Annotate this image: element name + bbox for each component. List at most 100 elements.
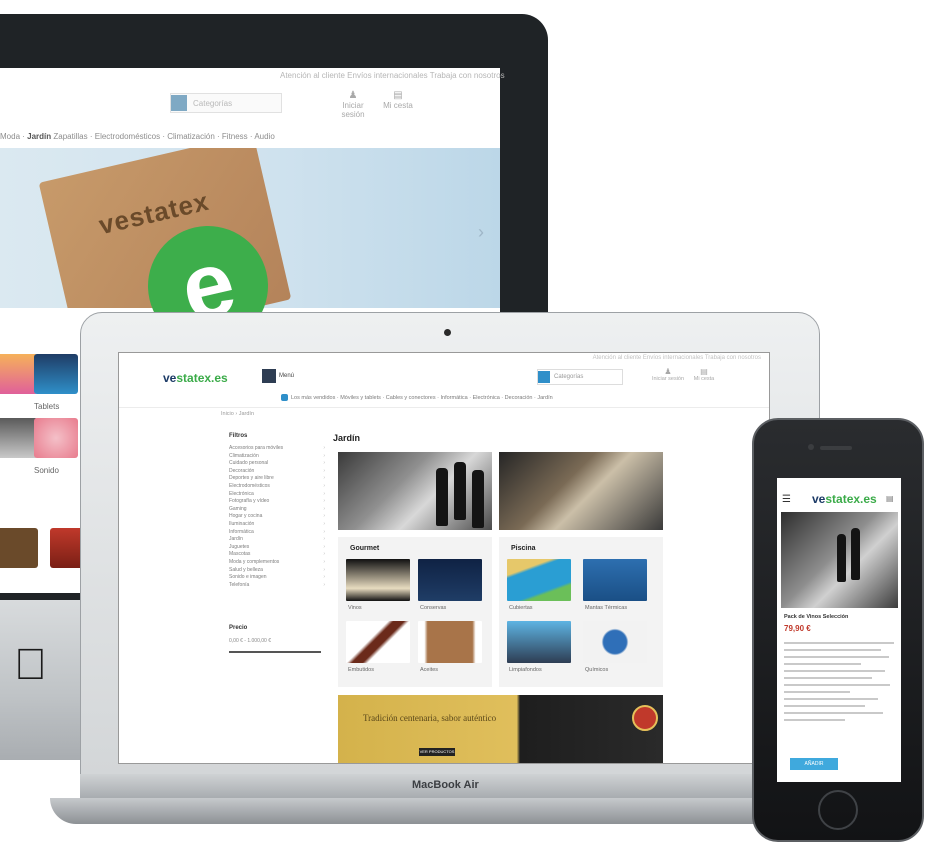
thumb-label-cubiertas[interactable]: Cubiertas [509, 605, 533, 611]
thumb-limpiafondos[interactable] [507, 621, 571, 663]
imac-nav-active[interactable]: Jardín [27, 132, 51, 141]
mobile-product-description [784, 642, 894, 726]
imac-search-placeholder: Categorías [193, 98, 233, 108]
thumb-label-quimicos[interactable]: Químicos [585, 667, 608, 673]
thumb-label-embutidos[interactable]: Embutidos [348, 667, 374, 673]
thumb-cubiertas[interactable] [507, 559, 571, 601]
imac-nav-prefix[interactable]: Moda · [0, 132, 25, 141]
sidebar-item[interactable]: Hogar y cocina [229, 513, 325, 521]
sidebar-item[interactable]: Moda y complementos [229, 559, 325, 567]
apple-logo-icon:  [14, 640, 47, 690]
cart-icon: ▤ [393, 90, 403, 101]
wine-bottle-image [454, 462, 466, 520]
thumb-quimicos[interactable] [583, 621, 647, 663]
price-slider[interactable] [229, 651, 321, 653]
category-select-placeholder: Categorías [554, 374, 584, 380]
price-filter-title: Precio [229, 625, 248, 631]
imac-category-search[interactable]: Categorías [170, 93, 282, 113]
macbook-base [50, 798, 850, 824]
mobile-product-price: 79,90 € [784, 624, 811, 633]
thumb-mantas-termicas[interactable] [583, 559, 647, 601]
sidebar-item[interactable]: Fotografía y vídeo [229, 498, 325, 506]
product-thumb-tablet-pink[interactable] [0, 354, 38, 394]
sidebar-item[interactable]: Juguetes [229, 544, 325, 552]
category-select[interactable]: Categorías [537, 369, 623, 385]
thumb-aceites[interactable] [418, 621, 482, 663]
sidebar-item[interactable]: Electrónica [229, 491, 325, 499]
sidebar-item[interactable]: Climatización [229, 453, 325, 461]
site-nav-items[interactable]: Los más vendidos · Móviles y tablets · C… [291, 395, 553, 401]
mobile-site-logo[interactable]: vestatex.es [812, 492, 877, 506]
home-icon [281, 394, 288, 401]
banner-wine-image[interactable] [338, 452, 492, 530]
thumb-label-limpiafondos[interactable]: Limpiafondos [509, 667, 542, 673]
page-title: Jardín [333, 433, 361, 443]
thumb-label-conservas[interactable]: Conservas [420, 605, 446, 611]
wine-bottle-image [851, 528, 860, 580]
thumb-label-vinos[interactable]: Vinos [348, 605, 362, 611]
imac-account-label: Iniciar sesión [341, 101, 365, 119]
sidebar-item[interactable]: Telefonía [229, 582, 325, 590]
sidebar-item[interactable]: Mascotas [229, 551, 325, 559]
sidebar-item[interactable]: Decoración [229, 468, 325, 476]
mobile-product-image[interactable] [781, 512, 898, 608]
webcam-icon [444, 329, 451, 336]
mobile-logo-part-b: statex.es [825, 492, 877, 506]
sidebar-item[interactable]: Accesorios para móviles [229, 445, 325, 453]
promo-banner[interactable] [338, 695, 663, 763]
site-logo[interactable]: vestatex.es [163, 371, 228, 385]
sidebar-item[interactable]: Iluminación [229, 521, 325, 529]
site-topbar-links[interactable]: Atención al cliente Envíos internacional… [593, 355, 761, 361]
imac-nav-rest[interactable]: Zapatillas · Electrodomésticos · Climati… [53, 132, 274, 141]
product-thumb-headphones[interactable] [34, 418, 78, 458]
menu-button[interactable]: Menú [262, 369, 320, 383]
imac-account-button[interactable]: ♟ Iniciar sesión [330, 90, 376, 119]
site-main-nav[interactable]: Los más vendidos · Móviles y tablets · C… [281, 394, 553, 401]
nav-divider [119, 407, 769, 408]
account-button[interactable]: ♟ Iniciar sesión [649, 367, 687, 382]
gourmet-panel: Gourmet Vinos Conservas Embutidos Aceite… [338, 537, 492, 687]
thumb-vinos[interactable] [346, 559, 410, 601]
piscina-title: Piscina [511, 545, 536, 552]
thumb-label-mantas-termicas[interactable]: Mantas Térmicas [585, 605, 627, 611]
home-button[interactable] [818, 790, 858, 830]
carousel-next-icon[interactable]: › [478, 222, 484, 243]
sidebar-item[interactable]: Informática [229, 529, 325, 537]
hamburger-icon[interactable]: ☰ [782, 494, 791, 505]
quality-seal-icon [632, 705, 658, 731]
product-thumb-tablet[interactable] [34, 354, 78, 394]
cart-icon[interactable]: ▤ [886, 494, 894, 503]
sidebar-category-list: Accesorios para móviles Climatización Cu… [229, 445, 325, 589]
gourmet-title: Gourmet [350, 545, 380, 552]
promo-cta-button[interactable]: VER PRODUCTOS [419, 748, 455, 756]
imac-topbar-links[interactable]: Atención al cliente Envíos internacional… [280, 71, 505, 80]
imac-cart-button[interactable]: ▤ Mi cesta [375, 90, 421, 110]
product-thumb-laptop[interactable] [0, 418, 38, 458]
user-icon: ♟ [348, 90, 358, 101]
sidebar-item[interactable]: Electrodomésticos [229, 483, 325, 491]
wine-bottle-image [837, 534, 846, 582]
sidebar-item[interactable]: Jardín [229, 536, 325, 544]
product-label-tablets[interactable]: Tablets [34, 402, 59, 411]
breadcrumb[interactable]: Inicio › Jardín [221, 411, 254, 417]
mobile-logo-part-a: ve [812, 492, 826, 506]
add-to-cart-button[interactable]: AÑADIR [790, 758, 838, 770]
thumb-embutidos[interactable] [346, 621, 410, 663]
sidebar-item[interactable]: Sonido e imagen [229, 574, 325, 582]
imac-main-nav[interactable]: Moda · Jardín Zapatillas · Electrodomést… [0, 132, 275, 141]
cart-button[interactable]: ▤ Mi cesta [685, 367, 723, 382]
sidebar-item[interactable]: Deportes y aire libre [229, 475, 325, 483]
user-icon: ♟ [664, 367, 672, 376]
thumb-label-aceites[interactable]: Aceites [420, 667, 438, 673]
wine-bottle-image [436, 468, 448, 526]
site-logo-part-a: ve [163, 371, 177, 385]
thumb-conservas[interactable] [418, 559, 482, 601]
product-thumb-item-a[interactable] [0, 528, 38, 568]
product-label-sonido[interactable]: Sonido [34, 466, 59, 475]
sidebar-item[interactable]: Gaming [229, 506, 325, 514]
sidebar-item[interactable]: Cuidado personal [229, 460, 325, 468]
menu-label: Menú [279, 373, 295, 379]
cart-icon: ▤ [700, 367, 708, 376]
banner-tray-image[interactable] [499, 452, 663, 530]
sidebar-item[interactable]: Salud y belleza [229, 567, 325, 575]
